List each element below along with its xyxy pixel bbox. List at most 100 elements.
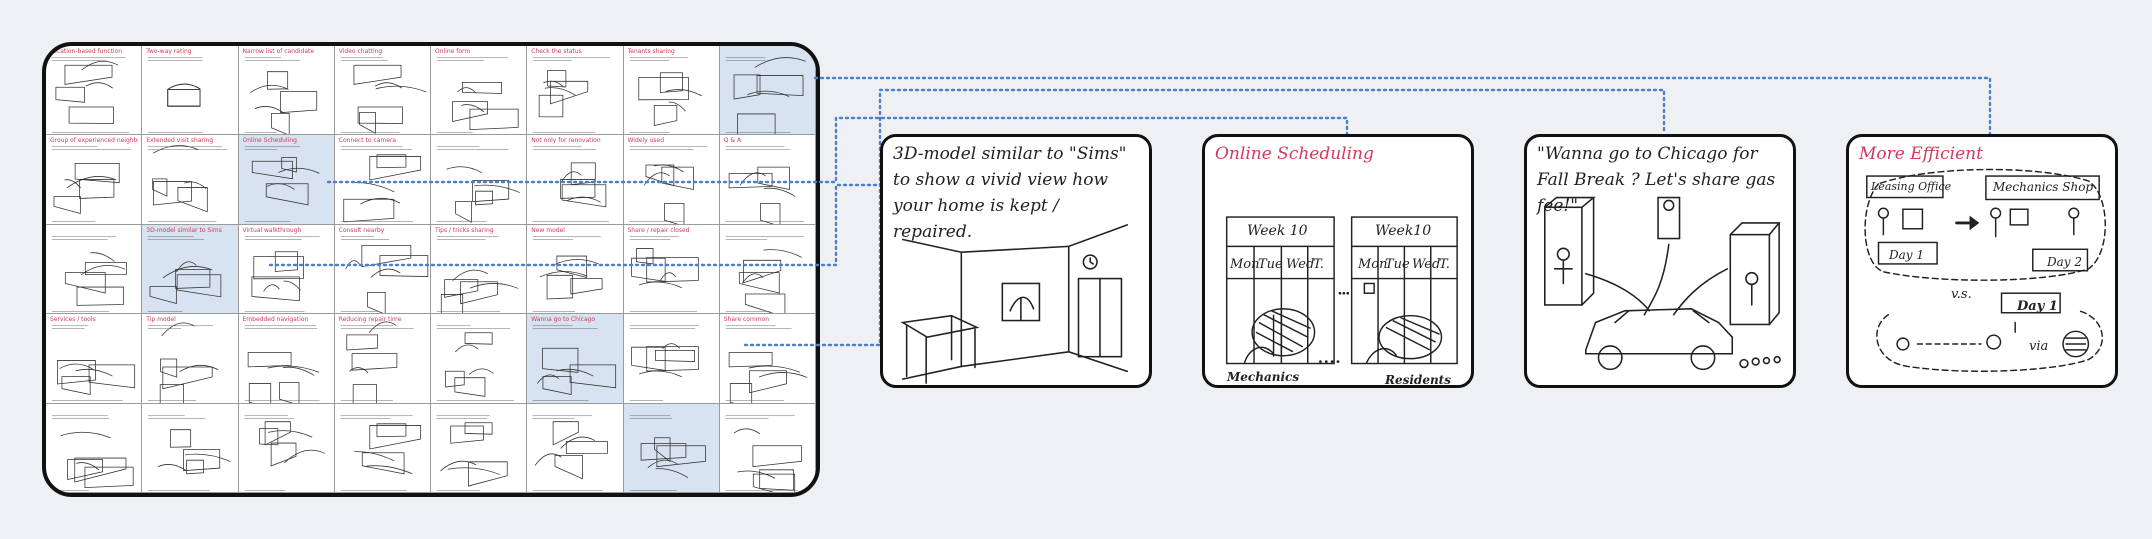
storyboard-cell: Reducing repair time [334, 314, 431, 404]
storyboard-cell [142, 403, 239, 493]
storyboard-sketch [51, 415, 134, 491]
storyboard-cell: Consult nearby [334, 224, 431, 315]
storyboard-sketch [244, 57, 317, 135]
storyboard-sketch [340, 236, 428, 314]
storyboard-cell: Services / tools [46, 314, 143, 404]
storyboard-cell [623, 314, 720, 404]
storyboard-sketch [147, 57, 203, 133]
storyboard-sketch [147, 145, 228, 223]
storyboard-cell: Tip model [142, 314, 239, 404]
week-left-label: Week 10 [1247, 223, 1308, 239]
day-wed-right: Wed [1412, 257, 1441, 272]
card-3d-model: 3D-model similar to "Sims" to show a viv… [880, 134, 1152, 388]
storyboard-sketch [340, 57, 427, 134]
vs-label: v.s. [1951, 287, 1972, 302]
via-label: via [2029, 339, 2049, 354]
day2-box: Day 2 [2047, 255, 2083, 269]
storyboard-cell: Virtual walkthrough [238, 224, 335, 315]
storyboard-grid-panel: Location-based function Two-way rating Nar… [42, 42, 820, 497]
storyboard-sketch [532, 236, 603, 312]
car-sketch [1544, 196, 1781, 371]
storyboard-sketch [436, 57, 519, 133]
storyboard-sketch [244, 415, 325, 491]
storyboard-sketch [51, 57, 130, 133]
storyboard-cell: Tenants sharing [623, 46, 720, 136]
storyboard-cell: Extended visit sharing [142, 135, 239, 225]
storyboard-cell [527, 403, 624, 493]
connector-efficient [813, 76, 1992, 136]
mechanics-label: Mechanics [1227, 370, 1300, 384]
storyboard-sketch [51, 236, 127, 312]
storyboard-cell [238, 403, 335, 493]
storyboard-sketch [532, 325, 617, 401]
storyboard-cell: Widely used [623, 135, 720, 225]
storyboard-sketch [629, 57, 702, 133]
day-mon-left: Mon [1230, 257, 1260, 272]
storyboard-sketch [51, 146, 131, 223]
storyboard-cell [334, 403, 431, 493]
storyboard-cell [719, 46, 816, 136]
storyboard-cell: Not only for renovation [527, 135, 624, 225]
storyboard-cell: Video chatting [334, 46, 431, 136]
day-tue-left: Tue [1258, 257, 1283, 272]
storyboard-cell: Share / repair closed [623, 224, 720, 315]
storyboard-cell: Connect to camera [334, 135, 431, 225]
storyboard-cell: Online form [431, 46, 528, 136]
storyboard-sketch [725, 236, 804, 314]
storyboard-cell: Two-way rating [142, 46, 239, 136]
mechanics-shop-box: Mechanics Shop [1993, 180, 2094, 194]
storyboard-sketch [436, 146, 520, 224]
storyboard-sketch [629, 325, 699, 401]
residents-label: Residents [1385, 373, 1451, 387]
storyboard-cell [431, 314, 528, 404]
storyboard-cell: Online Scheduling [238, 135, 335, 225]
card-more-efficient: More Efficient Leasing Office Mechanics [1846, 134, 2118, 388]
day-wed-left: Wed [1286, 257, 1315, 272]
storyboard-cell: 3D-model similar to Sims [142, 224, 239, 315]
storyboard-sketch [629, 236, 699, 312]
storyboard-sketch [244, 236, 320, 312]
storyboard-sketch [340, 321, 414, 403]
storyboard-sketch [532, 415, 609, 491]
storyboard-sketch [147, 322, 219, 403]
room-sketch [900, 224, 1129, 384]
storyboard-sketch [340, 415, 421, 491]
storyboard-cell: Tips / tricks sharing [431, 224, 528, 315]
storyboard-cell [719, 224, 816, 315]
storyboard-cell [431, 403, 528, 493]
storyboard-sketch [725, 146, 805, 224]
storyboard-sketch [147, 236, 222, 312]
storyboard-sketch [629, 146, 707, 224]
card-chicago-gas-share: "Wanna go to Chicago for Fall Break ? Le… [1524, 134, 1796, 388]
storyboard-sketch [244, 325, 320, 403]
storyboard-cell [431, 135, 528, 225]
storyboard-cell: Check the status [527, 46, 624, 136]
storyboard-sketch [147, 415, 232, 491]
storyboard-cell: Share common [719, 314, 816, 404]
storyboard-cell: Location-based function [46, 46, 143, 136]
storyboard-sketch [436, 415, 508, 491]
storyboard-cell [46, 403, 143, 493]
storyboard-sketch [532, 146, 610, 223]
storyboard-sketch [629, 415, 706, 491]
storyboard-sketch [532, 57, 611, 133]
week-right-label: Week10 [1375, 223, 1432, 239]
storyboard-sketch [436, 236, 519, 314]
storyboard-sketch [436, 325, 514, 401]
day-thu-right: T. [1439, 257, 1450, 272]
storyboard-cell: Embedded navigation [238, 314, 335, 404]
day1-bottom-box: Day 1 [2017, 299, 2058, 314]
storyboard-cell: New model [527, 224, 624, 315]
storyboard-sketch [244, 146, 320, 223]
storyboard-cell: Wanna go to Chicago [527, 314, 624, 404]
storyboard-cell: Q & A [719, 135, 816, 225]
leasing-office-box: Leasing Office [1871, 180, 1952, 193]
storyboard-grid: Location-based function Two-way rating Nar… [46, 46, 816, 493]
storyboard-sketch [725, 325, 808, 403]
day-tue-right: Tue [1385, 257, 1410, 272]
storyboard-sketch [725, 415, 802, 492]
storyboard-cell [623, 403, 720, 493]
storyboard-cell [46, 224, 143, 315]
storyboard-cell [719, 403, 816, 493]
day-mon-right: Mon [1358, 257, 1388, 272]
